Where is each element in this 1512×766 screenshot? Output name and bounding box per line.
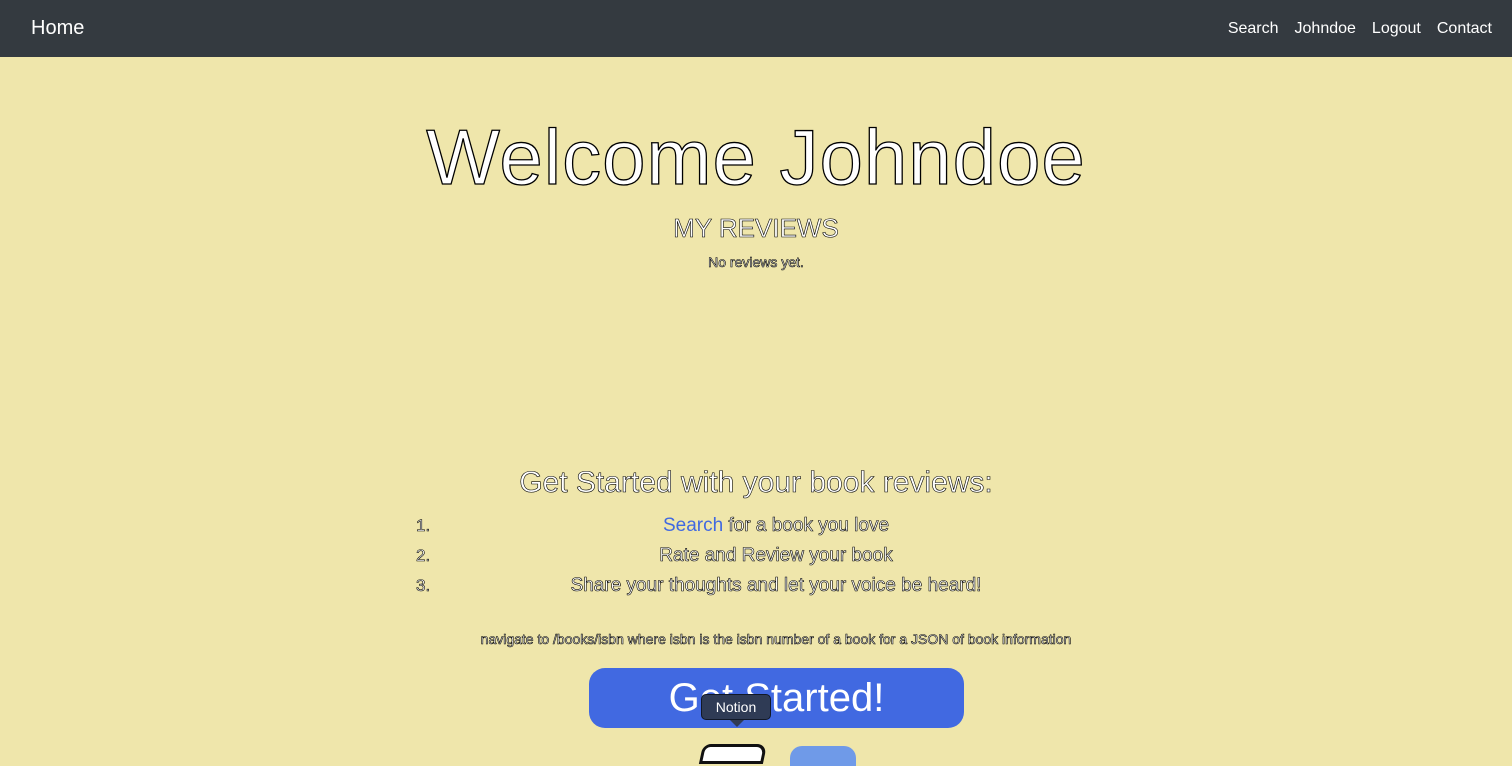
no-reviews-text: No reviews yet. — [708, 254, 804, 271]
navbar: Home Search Johndoe Logout Contact — [0, 0, 1512, 57]
reviews-heading: MY REVIEWS — [673, 213, 839, 244]
nav-contact-link[interactable]: Contact — [1437, 20, 1492, 38]
get-started-button[interactable]: Get Started! — [589, 668, 964, 728]
home-link[interactable]: Home — [31, 17, 84, 40]
api-hint-text: navigate to /books/isbn where isbn is th… — [480, 631, 1072, 648]
get-started-heading: Get Started with your book reviews: — [519, 466, 993, 500]
step-number: 2. — [416, 546, 431, 566]
list-item: 2. Rate and Review your book — [416, 544, 1136, 574]
notion-icon[interactable] — [698, 744, 768, 764]
app-icon[interactable] — [790, 746, 856, 766]
notion-tooltip: Notion — [701, 694, 771, 727]
step-number: 3. — [416, 576, 431, 596]
nav-user-link[interactable]: Johndoe — [1295, 20, 1356, 38]
step-text: Share your thoughts and let your voice b… — [570, 575, 982, 597]
steps-list: 1. Search for a book you love 2. Rate an… — [416, 514, 1136, 604]
nav-links: Search Johndoe Logout Contact — [1228, 20, 1492, 38]
step-number: 1. — [416, 516, 431, 536]
step-text: Rate and Review your book — [659, 545, 893, 567]
nav-search-link[interactable]: Search — [1228, 20, 1279, 38]
list-item: 1. Search for a book you love — [416, 514, 1136, 544]
step-text: for a book you love — [723, 515, 890, 537]
nav-logout-link[interactable]: Logout — [1372, 20, 1421, 38]
search-step-link[interactable]: Search — [663, 515, 723, 536]
list-item: 3. Share your thoughts and let your voic… — [416, 574, 1136, 604]
welcome-title: Welcome Johndoe — [426, 112, 1086, 201]
